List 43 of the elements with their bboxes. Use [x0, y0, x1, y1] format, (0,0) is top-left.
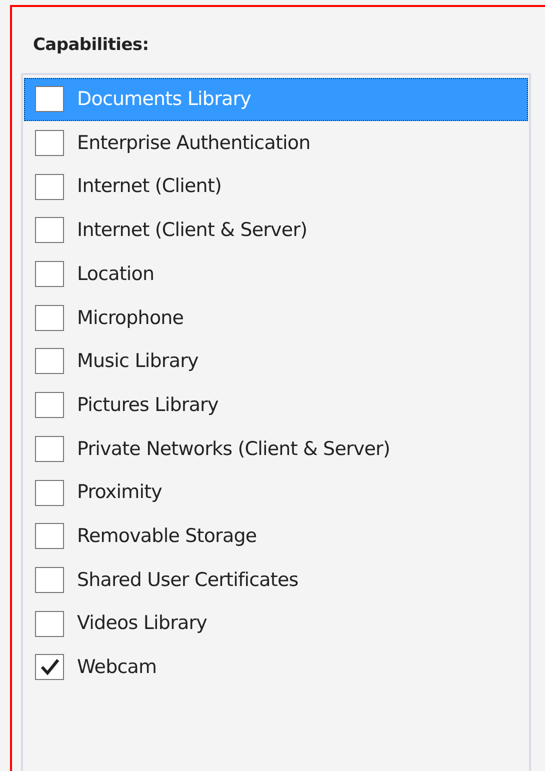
capability-label: Location [77, 262, 154, 287]
capability-label: Internet (Client) [77, 174, 222, 200]
checkbox[interactable] [35, 86, 64, 112]
capability-label: Videos Library [77, 611, 208, 636]
capability-label: Removable Storage [77, 524, 257, 549]
capability-label: Documents Library [77, 87, 252, 112]
capability-item[interactable]: Webcam [24, 645, 528, 690]
capability-label: Enterprise Authentication [77, 130, 310, 156]
capability-label: Internet (Client & Server) [77, 218, 308, 244]
capability-item[interactable]: Shared User Certificates [24, 558, 528, 602]
capability-label: Shared User Certificates [77, 568, 298, 593]
capability-item[interactable]: Enterprise Authentication [24, 121, 528, 165]
checkbox[interactable] [35, 654, 64, 680]
checkbox[interactable] [35, 480, 64, 506]
capability-item[interactable]: Music Library [24, 340, 528, 384]
checkbox[interactable] [35, 566, 64, 593]
capability-item[interactable]: Internet (Client & Server) [24, 208, 528, 252]
capability-item[interactable]: Location [24, 252, 528, 296]
checkbox[interactable] [35, 610, 64, 637]
capability-label: Webcam [77, 655, 157, 680]
capability-label: Proximity [77, 480, 162, 506]
capability-item[interactable]: Pictures Library [24, 383, 528, 427]
checkbox[interactable] [35, 523, 64, 550]
capability-label: Pictures Library [77, 392, 218, 418]
checkbox[interactable] [35, 348, 64, 374]
checkbox[interactable] [35, 174, 64, 200]
capability-label: Microphone [77, 306, 184, 331]
section-title: Capabilities: [33, 34, 150, 57]
capability-item[interactable]: Private Networks (Client & Server) [24, 427, 528, 471]
capability-label: Private Networks (Client & Server) [77, 436, 390, 462]
capability-label: Music Library [77, 349, 198, 374]
checkbox[interactable] [35, 261, 64, 288]
checkbox[interactable] [35, 436, 64, 462]
checkbox[interactable] [35, 130, 64, 156]
checkbox[interactable] [35, 217, 64, 244]
capability-item[interactable]: Proximity [24, 470, 528, 514]
capability-item[interactable]: Videos Library [24, 602, 528, 646]
checkbox[interactable] [35, 304, 64, 331]
capability-item[interactable]: Removable Storage [24, 514, 528, 558]
capability-item[interactable]: Internet (Client) [24, 164, 528, 209]
checkmark-icon [40, 658, 60, 676]
capability-item[interactable]: Microphone [24, 296, 528, 340]
checkbox[interactable] [35, 392, 64, 418]
